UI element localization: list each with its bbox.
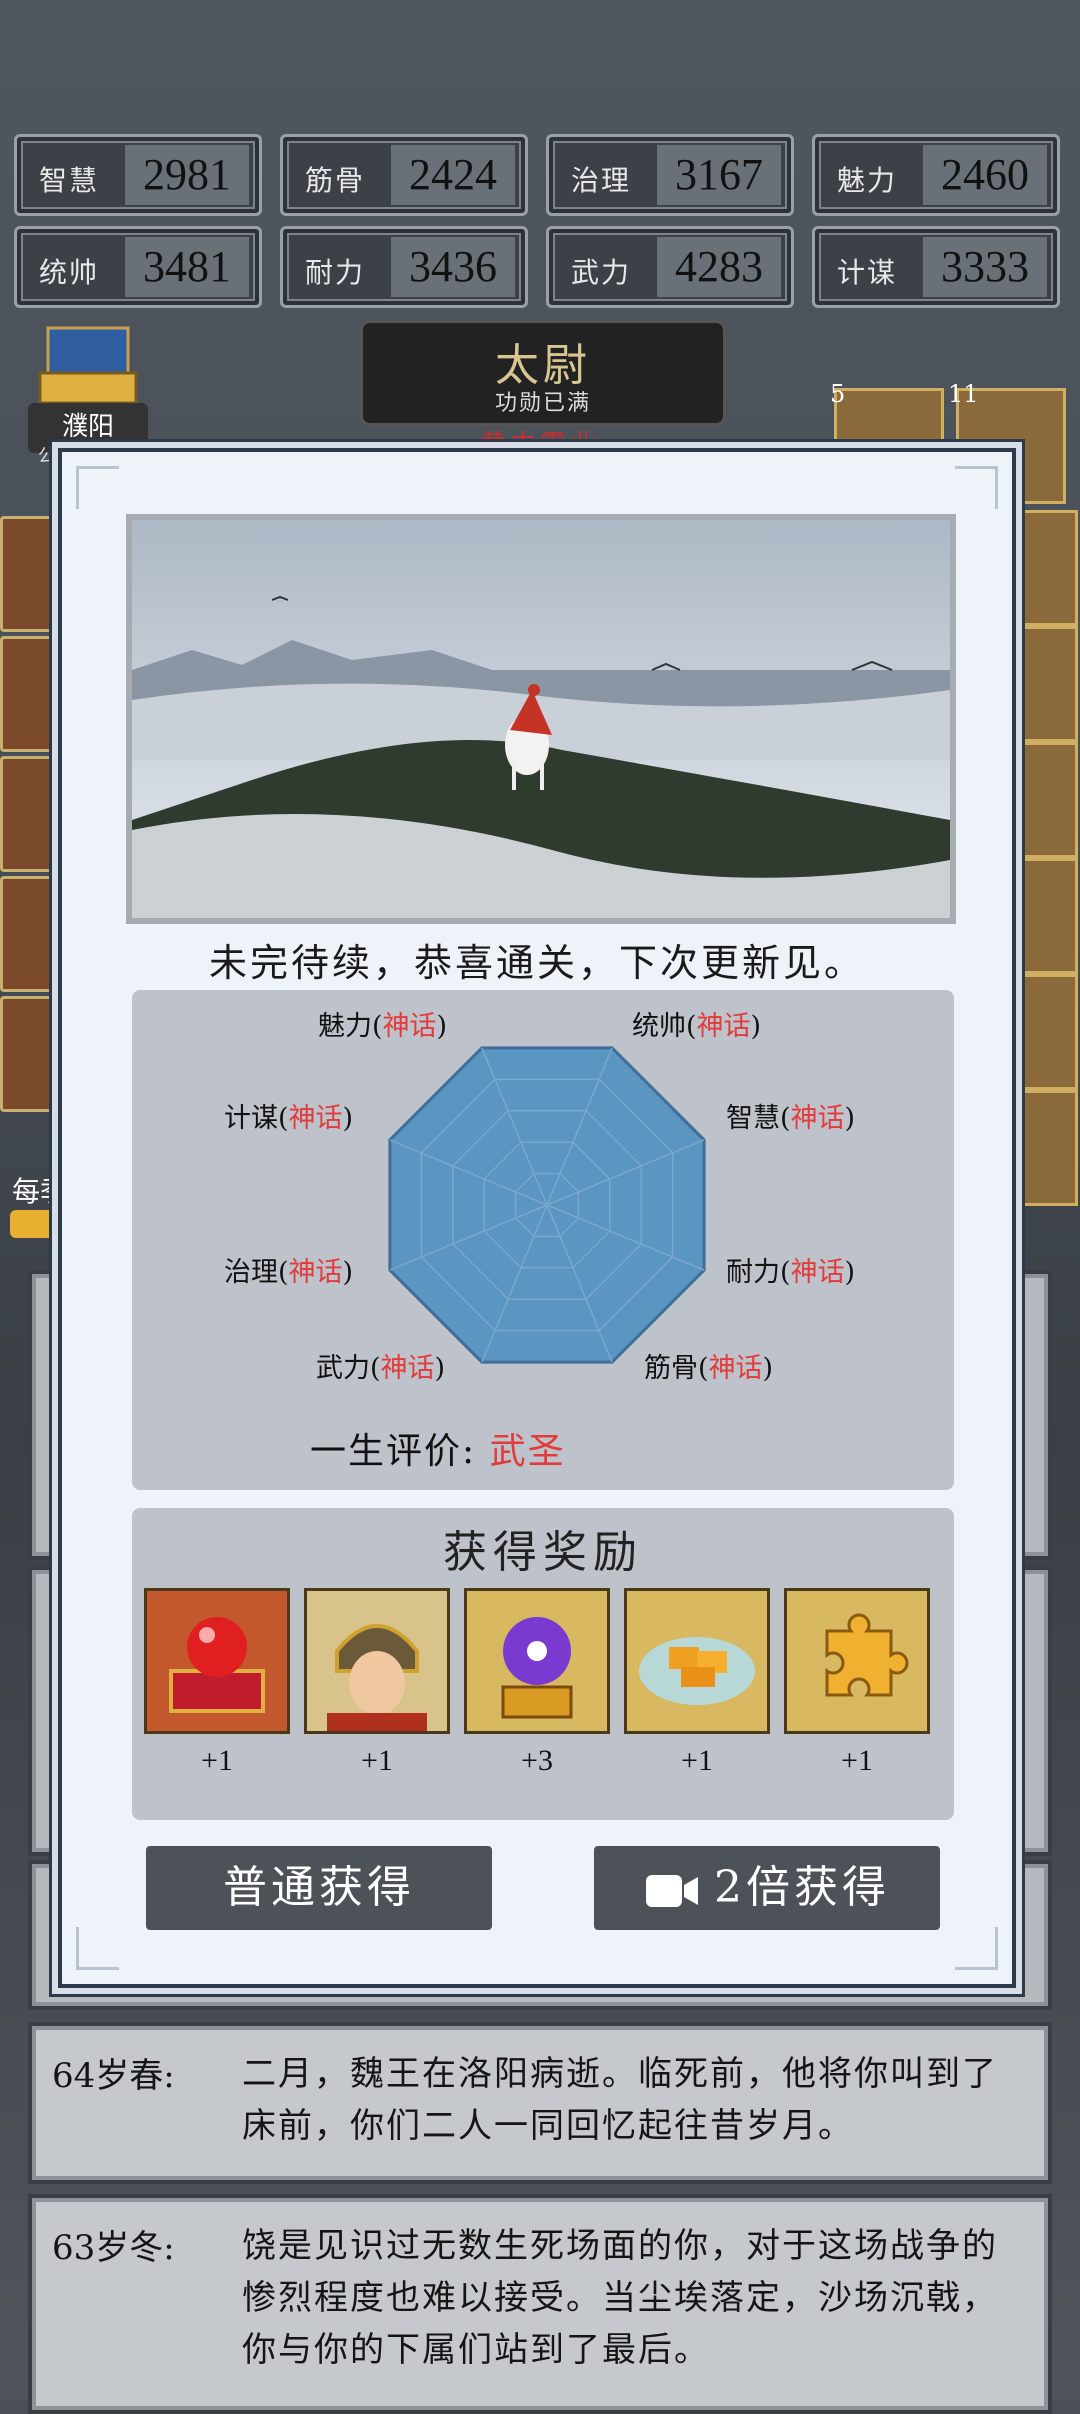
rank-sub: 功勋已满 [494,391,591,416]
log-entry: 63岁冬: 饶是见识过无数生死场面的你，对于这场战争的惨烈程度也难以接受。当尘埃… [28,2194,1052,2414]
city-banner[interactable]: 濮阳 公 [18,318,158,468]
attribute-radar-panel: 魅力(神话) 统帅(神话) 计谋(神话) 智慧(神话) 治理(神话) 耐力(神话… [132,990,954,1490]
ending-illustration [126,514,956,924]
hero-card[interactable] [0,756,64,872]
stat-physique: 筋骨 2424 [280,134,528,216]
log-entry: 64岁春: 二月，魏王在洛阳病逝。临死前，他将你叫到了床前，你们二人一同回忆起往… [28,2022,1052,2184]
general-card[interactable] [1010,626,1078,742]
corner-ornament [76,466,119,509]
reward-item[interactable] [624,1588,770,1734]
reward-count: +1 [841,1744,873,1777]
claim-double-button[interactable]: 2倍获得 [594,1846,940,1930]
general-card[interactable] [1010,974,1078,1090]
radar-label-martial: 武力(神话) [316,1353,446,1384]
video-camera-icon [646,1874,698,1907]
gold-ingots-icon [639,1637,755,1705]
radar-label-strategy: 计谋(神话) [224,1103,354,1134]
stat-wisdom: 智慧 2981 [14,134,262,216]
stat-strategy: 计谋 3333 [812,226,1060,308]
completion-message: 未完待续，恭喜通关，下次更新见。 [208,941,865,985]
puzzle-piece-icon [825,1613,909,1697]
reward-item[interactable] [304,1588,450,1734]
city-sub: 公 [38,446,56,467]
radar-label-governance: 治理(神话) [224,1257,354,1288]
log-age: 64岁春: [52,2056,175,2096]
corner-ornament [76,1927,119,1970]
rewards-panel: 获得奖励 +1 +1 +3 +1 +1 [132,1508,954,1820]
claim-normal-button[interactable]: 普通获得 [146,1846,492,1930]
radar-chart [388,1046,706,1364]
purple-orb-icon [501,1617,573,1719]
evaluation-title: 武圣 [489,1431,566,1472]
hero-card[interactable] [0,516,64,632]
reward-item[interactable] [464,1588,610,1734]
rewards-title: 获得奖励 [443,1527,643,1578]
warrior-portrait-icon [327,1624,427,1731]
general-card[interactable] [1010,1090,1078,1206]
rank-plate: 太尉 功勋已满 [360,320,726,426]
corner-ornament [955,1927,998,1970]
stat-martial: 武力 4283 [546,226,794,308]
stat-charisma: 魅力 2460 [812,134,1060,216]
radar-label-wisdom: 智慧(神话) [726,1103,856,1134]
log-age: 63岁冬: [52,2228,175,2268]
city-name: 濮阳 [61,412,114,442]
rank-title: 太尉 [495,340,591,391]
hero-card[interactable] [0,876,64,992]
stat-endurance: 耐力 3436 [280,226,528,308]
reward-item[interactable] [784,1588,930,1734]
log-text: 饶是见识过无数生死场面的你，对于这场战争的惨烈程度也难以接受。当尘埃落定，沙场沉… [242,2226,998,2370]
log-text: 二月，魏王在洛阳病逝。临死前，他将你叫到了床前，你们二人一同回忆起往昔岁月。 [242,2054,998,2146]
reward-count: +1 [681,1744,713,1777]
general-card[interactable] [1010,858,1078,974]
corner-ornament [955,466,998,509]
reward-count: +1 [361,1744,393,1777]
reward-count: +1 [201,1744,233,1777]
radar-label-endurance: 耐力(神话) [726,1257,856,1288]
general-badge: 11 [948,380,979,408]
life-evaluation: 一生评价: 武圣 [310,1431,566,1472]
hero-card[interactable] [0,996,64,1112]
stat-command: 统帅 3481 [14,226,262,308]
reward-item[interactable] [144,1588,290,1734]
radar-label-charisma: 魅力(神话) [318,1011,448,1042]
radar-label-physique: 筋骨(神话) [644,1353,774,1384]
rider-on-hill-image [132,520,950,918]
gold-ingot-icon [10,1210,54,1238]
stat-governance: 治理 3167 [546,134,794,216]
reward-count: +3 [521,1744,553,1777]
general-badge: 5 [830,380,846,408]
red-orb-chest-icon [169,1617,265,1713]
hero-card[interactable] [0,636,64,752]
general-card[interactable] [1010,510,1078,626]
general-card[interactable] [1010,742,1078,858]
radar-label-command: 统帅(神话) [632,1011,762,1042]
completion-modal: 未完待续，恭喜通关，下次更新见。 魅力(神话) 统帅(神话) 计谋(神话) 智慧… [58,448,1016,1988]
